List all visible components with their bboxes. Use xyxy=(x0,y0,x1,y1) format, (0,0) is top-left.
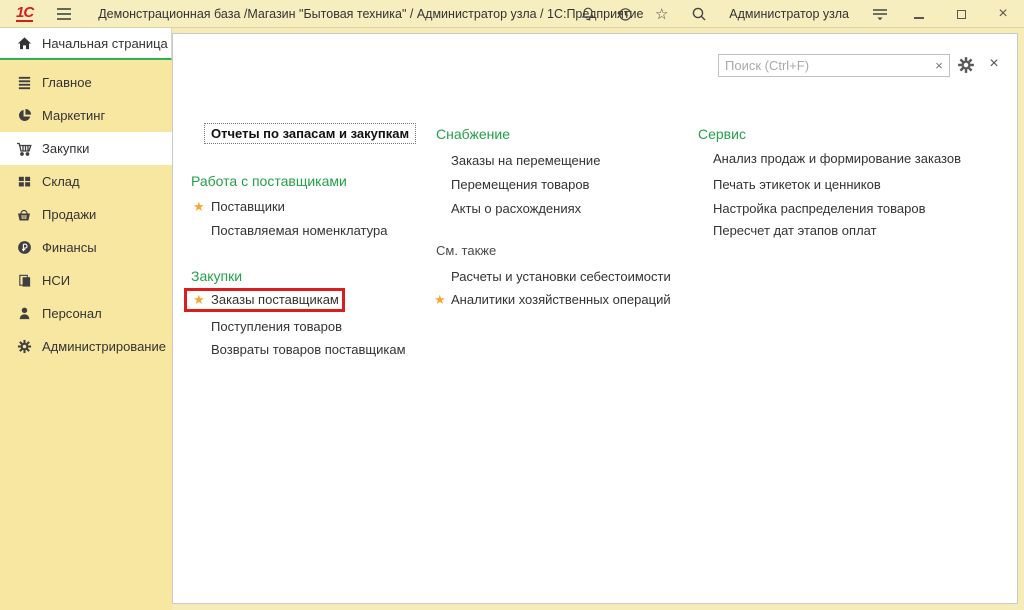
history-icon[interactable] xyxy=(616,6,633,23)
section-sidebar: Главное Маркетинг Закупки Склад Продажи … xyxy=(0,60,172,610)
pie-chart-icon xyxy=(16,108,32,124)
sidebar-item-sklad[interactable]: Склад xyxy=(0,165,172,198)
link-postavlyaemaya-nomenklatura[interactable]: Поставляемая номенклатура xyxy=(211,223,387,238)
tab-home-label: Начальная страница xyxy=(42,36,168,51)
section-header-zakupki[interactable]: Закупки xyxy=(191,268,242,284)
basket-icon xyxy=(16,207,32,223)
notifications-bell-icon[interactable] xyxy=(579,6,596,23)
sidebar-item-zakupki[interactable]: Закупки xyxy=(0,132,172,165)
favorites-star-icon[interactable]: ☆ xyxy=(653,6,670,23)
link-peremeshcheniya-tovarov[interactable]: Перемещения товаров xyxy=(451,177,589,192)
link-zakazy-postavshchikam[interactable]: Заказы поставщикам xyxy=(211,292,339,307)
section-header-suppliers-work[interactable]: Работа с поставщиками xyxy=(191,173,347,189)
favorite-star-icon[interactable]: ★ xyxy=(193,293,205,307)
favorite-star-icon[interactable]: ★ xyxy=(434,293,446,307)
link-pechat-etiketok[interactable]: Печать этикеток и ценников xyxy=(713,177,881,192)
window-title: Демонстрационная база /Магазин "Бытовая … xyxy=(98,7,643,21)
link-postavshchiki[interactable]: Поставщики xyxy=(211,199,285,214)
warehouse-icon xyxy=(16,174,32,190)
titlebar: 1С Демонстрационная база /Магазин "Бытов… xyxy=(0,0,1024,28)
link-postupleniya-tovarov[interactable]: Поступления товаров xyxy=(211,319,342,334)
list-icon xyxy=(16,75,32,91)
panel-close-icon[interactable]: × xyxy=(985,54,1003,74)
window-close-button[interactable]: × xyxy=(992,4,1014,24)
link-vozvraty-tovarov[interactable]: Возвраты товаров поставщикам xyxy=(211,342,406,357)
favorite-star-icon[interactable]: ★ xyxy=(193,200,205,214)
cart-icon xyxy=(16,141,32,157)
search-magnifier-icon[interactable] xyxy=(690,6,707,23)
sidebar-item-prodazhi[interactable]: Продажи xyxy=(0,198,172,231)
titlebar-right-controls: ☆ Администратор узла × xyxy=(579,0,1014,28)
sidebar-item-personal[interactable]: Персонал xyxy=(0,297,172,330)
link-raschety-sebestoimosti[interactable]: Расчеты и установки себестоимости xyxy=(451,269,671,284)
link-analitiki-operatsiy[interactable]: Аналитики хозяйственных операций xyxy=(451,292,671,307)
sidebar-item-marketing[interactable]: Маркетинг xyxy=(0,99,172,132)
section-header-snabzhenie[interactable]: Снабжение xyxy=(436,126,510,142)
sidebar-item-label: Маркетинг xyxy=(42,108,105,123)
home-icon xyxy=(16,35,32,51)
sidebar-item-label: Финансы xyxy=(42,240,97,255)
link-akty-o-raskhozhdeniyakh[interactable]: Акты о расхождениях xyxy=(451,201,581,216)
section-header-servis[interactable]: Сервис xyxy=(698,126,746,142)
section-header-see-also: См. также xyxy=(436,243,496,258)
sidebar-item-label: Продажи xyxy=(42,207,96,222)
tab-home-page[interactable]: Начальная страница xyxy=(0,28,172,60)
search-input[interactable] xyxy=(718,54,930,77)
sidebar-item-administrirovanie[interactable]: Администрирование xyxy=(0,330,172,363)
sidebar-item-label: Главное xyxy=(42,75,92,90)
sidebar-item-label: НСИ xyxy=(42,273,70,288)
service-menu-icon[interactable] xyxy=(871,6,888,23)
sidebar-item-label: Администрирование xyxy=(42,339,166,354)
search-clear-button[interactable]: × xyxy=(929,54,950,77)
search-settings-gear-icon[interactable] xyxy=(957,56,975,74)
sidebar-item-glavnoe[interactable]: Главное xyxy=(0,66,172,99)
sidebar-item-label: Закупки xyxy=(42,141,89,156)
window-maximize-button[interactable] xyxy=(950,4,972,24)
sidebar-item-label: Персонал xyxy=(42,306,102,321)
window-minimize-button[interactable] xyxy=(908,4,930,24)
ruble-icon xyxy=(16,240,32,256)
link-zakazy-na-peremeshchenie[interactable]: Заказы на перемещение xyxy=(451,153,600,168)
link-nastroyka-raspredeleniya[interactable]: Настройка распределения товаров xyxy=(713,201,925,216)
current-user-label[interactable]: Администратор узла xyxy=(729,7,849,21)
main-menu-hamburger-icon[interactable] xyxy=(55,5,72,22)
person-icon xyxy=(16,306,32,322)
documents-icon xyxy=(16,273,32,289)
link-pereschet-dat-etapov[interactable]: Пересчет дат этапов оплат xyxy=(713,223,877,238)
sidebar-item-nsi[interactable]: НСИ xyxy=(0,264,172,297)
gear-icon xyxy=(16,339,32,355)
link-reports-stocks-purchases[interactable]: Отчеты по запасам и закупкам xyxy=(204,123,416,144)
1c-logo-icon: 1С xyxy=(16,6,33,22)
sidebar-item-label: Склад xyxy=(42,174,80,189)
link-analiz-prodazh[interactable]: Анализ продаж и формирование заказов xyxy=(713,151,961,166)
home-page-panel: × × Отчеты по запасам и закупкам Работа … xyxy=(172,33,1018,604)
sidebar-item-finansy[interactable]: Финансы xyxy=(0,231,172,264)
